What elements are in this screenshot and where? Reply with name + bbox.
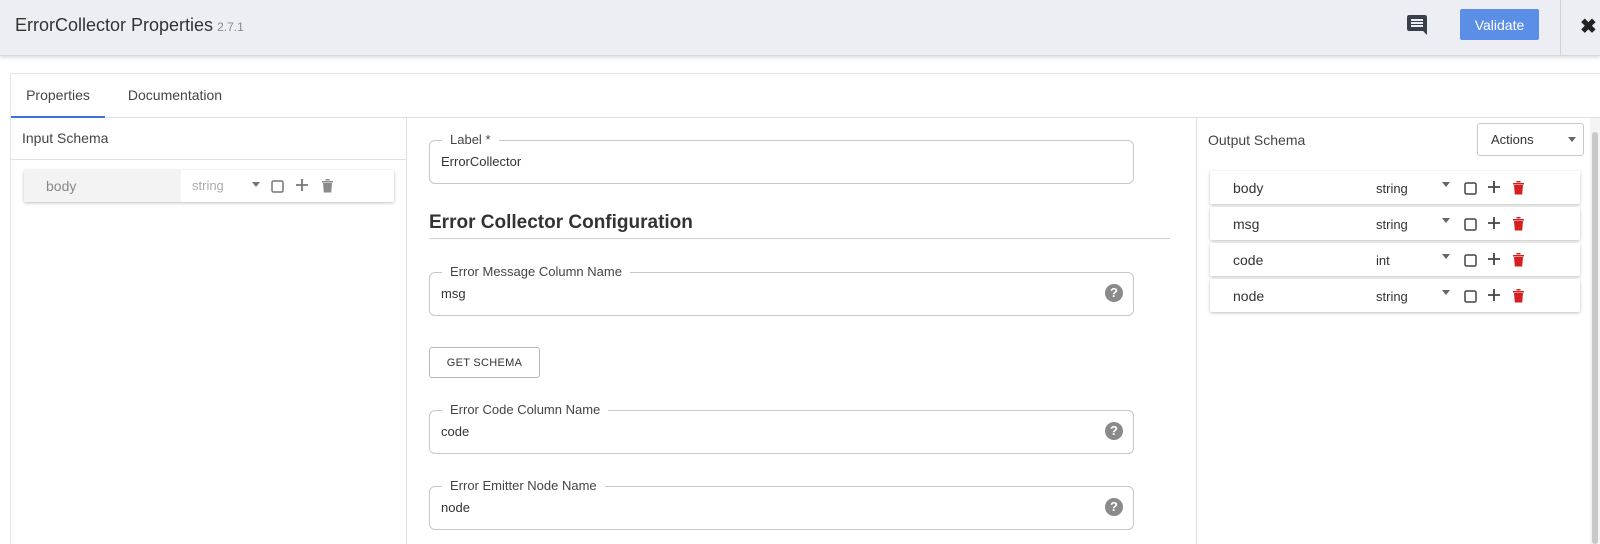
delete-icon[interactable]: [1511, 251, 1525, 267]
input-schema-row: body string: [24, 170, 394, 202]
required-asterisk: *: [485, 132, 491, 147]
chevron-down-icon[interactable]: [1442, 182, 1450, 187]
error-message-column-value: msg: [441, 286, 466, 301]
column-divider: [406, 118, 407, 544]
error-message-column-field[interactable]: Error Message Column Name msg ?: [429, 263, 1134, 316]
actions-label: Actions: [1491, 132, 1534, 147]
scrollbar-thumb[interactable]: [1592, 132, 1598, 544]
header-bar: ErrorCollector Properties 2.7.1 Validate …: [0, 0, 1600, 56]
close-icon[interactable]: ✖: [1580, 14, 1600, 38]
tab-documentation[interactable]: Documentation: [120, 74, 230, 118]
error-emitter-node-value: node: [441, 500, 470, 515]
error-message-column-legend: Error Message Column Name: [442, 263, 630, 281]
get-schema-button[interactable]: GET SCHEMA: [429, 347, 540, 378]
plugin-title: ErrorCollector Properties 2.7.1: [15, 15, 244, 36]
output-schema-title: Output Schema: [1208, 132, 1306, 148]
plugin-title-text: ErrorCollector Properties: [15, 15, 214, 35]
error-code-column-field[interactable]: Error Code Column Name code ?: [429, 401, 1134, 454]
validate-button[interactable]: Validate: [1460, 9, 1539, 40]
help-icon[interactable]: ?: [1105, 284, 1123, 302]
plugin-version: 2.7.1: [217, 20, 244, 34]
nullable-checkbox-icon[interactable]: [1463, 253, 1477, 267]
error-code-column-value: code: [441, 424, 470, 439]
chevron-down-icon[interactable]: [1442, 254, 1450, 259]
error-code-column-legend: Error Code Column Name: [442, 401, 609, 419]
section-divider: [429, 238, 1170, 239]
add-icon[interactable]: [1487, 180, 1501, 194]
input-field-name: body: [24, 170, 181, 202]
add-icon[interactable]: [1487, 288, 1501, 302]
output-schema-row: code int: [1210, 243, 1580, 276]
output-field-type[interactable]: int: [1376, 253, 1390, 268]
chevron-down-icon[interactable]: [1442, 218, 1450, 223]
nullable-checkbox-icon[interactable]: [1463, 289, 1477, 303]
output-schema-row: node string: [1210, 279, 1580, 312]
error-emitter-node-field[interactable]: Error Emitter Node Name node ?: [429, 477, 1134, 530]
section-title: Error Collector Configuration: [429, 212, 693, 233]
error-emitter-node-legend: Error Emitter Node Name: [442, 477, 605, 495]
output-field-name[interactable]: msg: [1233, 216, 1259, 232]
chevron-down-icon: [1568, 137, 1576, 142]
add-icon[interactable]: [1487, 252, 1501, 266]
nullable-checkbox-icon: [270, 179, 284, 193]
comment-icon[interactable]: [1404, 12, 1430, 38]
label-field[interactable]: Label * ErrorCollector: [429, 131, 1134, 184]
input-schema-title: Input Schema: [22, 130, 109, 146]
output-field-name[interactable]: code: [1233, 252, 1263, 268]
label-field-legend: Label *: [442, 131, 499, 149]
add-icon[interactable]: [1487, 216, 1501, 230]
input-schema-header: Input Schema: [11, 118, 406, 160]
output-field-name[interactable]: body: [1233, 180, 1263, 196]
nullable-checkbox-icon[interactable]: [1463, 217, 1477, 231]
output-field-type[interactable]: string: [1376, 217, 1408, 232]
label-field-legend-text: Label: [450, 132, 482, 147]
column-divider: [1196, 118, 1197, 544]
chevron-down-icon[interactable]: [1442, 290, 1450, 295]
nullable-checkbox-icon[interactable]: [1463, 181, 1477, 195]
delete-icon: [320, 177, 334, 193]
label-field-value: ErrorCollector: [441, 154, 522, 169]
delete-icon[interactable]: [1511, 215, 1525, 231]
tab-properties[interactable]: Properties: [11, 74, 105, 118]
tab-bar: Properties Documentation: [11, 74, 1600, 118]
delete-icon[interactable]: [1511, 287, 1525, 303]
input-field-type: string: [192, 178, 224, 193]
add-icon: [295, 178, 309, 192]
output-field-type[interactable]: string: [1376, 181, 1408, 196]
chevron-down-icon: [252, 182, 260, 187]
output-field-type[interactable]: string: [1376, 289, 1408, 304]
output-schema-row: msg string: [1210, 207, 1580, 240]
help-icon[interactable]: ?: [1105, 422, 1123, 440]
output-schema-row: body string: [1210, 171, 1580, 204]
actions-dropdown[interactable]: Actions: [1477, 123, 1584, 156]
delete-icon[interactable]: [1511, 179, 1525, 195]
output-field-name[interactable]: node: [1233, 288, 1264, 304]
header-divider: [1560, 0, 1561, 56]
help-icon[interactable]: ?: [1105, 498, 1123, 516]
